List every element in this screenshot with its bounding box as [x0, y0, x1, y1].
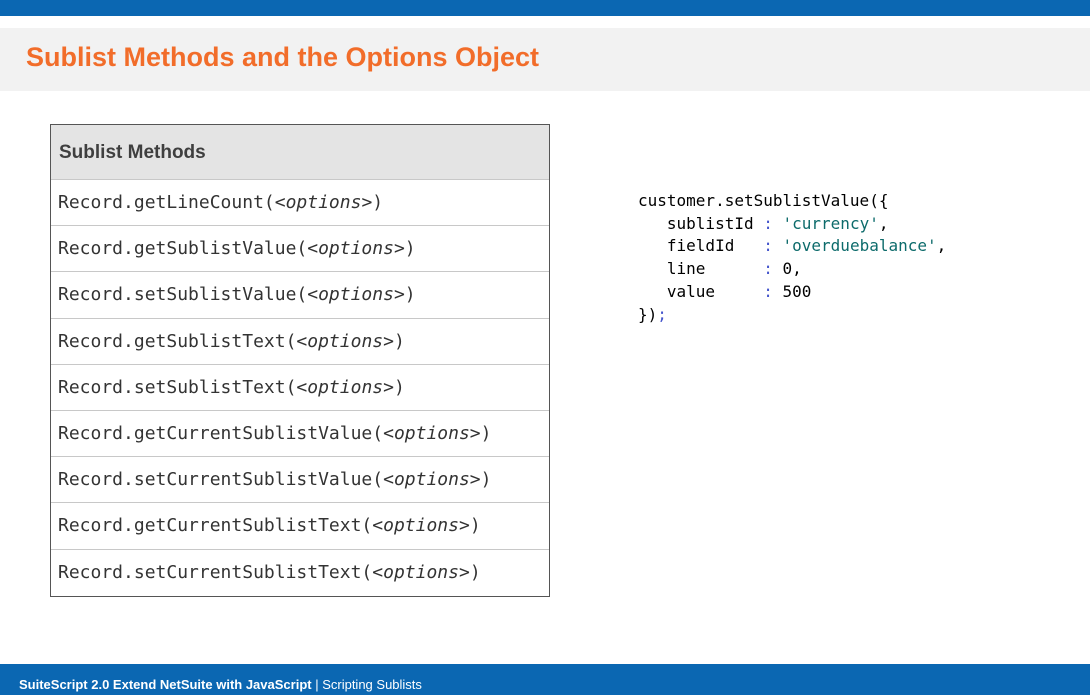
method-argument: <options>: [307, 284, 405, 306]
method-close-paren: ): [480, 469, 492, 491]
code-line: value : 500: [638, 281, 812, 301]
slide-title: Sublist Methods and the Options Object: [26, 42, 540, 72]
method-name: Record.getSublistValue(: [58, 238, 308, 260]
code-value: 500: [772, 281, 812, 301]
method-name: Record.setSublistValue(: [58, 284, 308, 306]
method-argument: <options>: [307, 238, 405, 260]
table-row: Record.getCurrentSublistValue(<options>): [51, 411, 549, 458]
code-colon: :: [763, 213, 773, 233]
method-close-paren: ): [469, 561, 481, 583]
code-comma: ,: [878, 213, 889, 233]
method-close-paren: ): [480, 422, 492, 444]
method-close-paren: ): [393, 376, 405, 398]
code-key: sublistId: [638, 213, 764, 233]
table-row: Record.getCurrentSublistText(<options>): [51, 503, 549, 550]
table-row: Record.setSublistText(<options>): [51, 365, 549, 411]
code-key: fieldId: [638, 236, 764, 256]
footer-separator: |: [311, 677, 323, 692]
footer-course-title: SuiteScript 2.0 Extend NetSuite with Jav…: [19, 677, 312, 692]
code-colon: :: [763, 259, 773, 279]
code-comma: ,: [792, 259, 802, 279]
table-row: Record.getLineCount(<options>): [51, 180, 549, 227]
code-value: 'currency': [772, 213, 879, 233]
code-comma: ,: [936, 236, 947, 256]
code-value: 'overduebalance': [772, 236, 937, 256]
code-semicolon: ;: [657, 304, 667, 324]
table-row: Record.getSublistValue(<options>): [51, 226, 549, 273]
table-row: Record.setSublistValue(<options>): [51, 272, 549, 319]
method-name: Record.getCurrentSublistValue(: [58, 422, 384, 444]
method-close-paren: ): [372, 192, 384, 213]
code-line: sublistId : 'currency',: [638, 213, 889, 233]
method-argument: <options>: [296, 330, 394, 352]
code-colon: :: [763, 236, 773, 256]
code-line-close: });: [638, 305, 667, 324]
method-argument: <options>: [372, 515, 470, 537]
code-close: }): [638, 304, 658, 324]
code-value: 0: [772, 259, 793, 279]
method-close-paren: ): [469, 515, 481, 537]
code-line: line : 0,: [638, 259, 802, 278]
sublist-methods-table: Sublist Methods Record.getLineCount(<opt…: [50, 124, 550, 597]
code-key: line: [638, 259, 764, 279]
method-name: Record.setSublistText(: [58, 376, 297, 398]
method-close-paren: ): [404, 284, 416, 306]
method-close-paren: ): [404, 238, 416, 260]
footer-caption: SuiteScript 2.0 Extend NetSuite with Jav…: [19, 677, 422, 693]
table-row: Record.setCurrentSublistValue(<options>): [51, 457, 549, 504]
method-name: Record.getCurrentSublistText(: [58, 515, 373, 537]
method-close-paren: ): [393, 330, 405, 352]
method-argument: <options>: [383, 469, 481, 491]
method-name: Record.setCurrentSublistValue(: [58, 469, 384, 491]
method-name: Record.setCurrentSublistText(: [58, 561, 373, 583]
method-argument: <options>: [274, 192, 373, 213]
method-argument: <options>: [296, 376, 394, 398]
method-argument: <options>: [372, 561, 470, 583]
table-header: Sublist Methods: [51, 125, 549, 180]
footer-section-title: Scripting Sublists: [322, 677, 422, 692]
method-name: Record.getSublistText(: [58, 330, 297, 352]
code-line-open: customer.setSublistValue({: [638, 191, 889, 210]
top-accent-bar: [0, 0, 1090, 16]
table-row: Record.setCurrentSublistText(<options>): [51, 550, 549, 596]
code-example: customer.setSublistValue({ sublistId : '…: [638, 190, 946, 326]
method-name: Record.getLineCount(: [58, 192, 275, 213]
code-line: fieldId : 'overduebalance',: [638, 236, 946, 255]
table-row: Record.getSublistText(<options>): [51, 319, 549, 365]
code-colon: :: [763, 281, 773, 301]
method-argument: <options>: [383, 422, 481, 444]
code-key: value: [638, 281, 764, 301]
